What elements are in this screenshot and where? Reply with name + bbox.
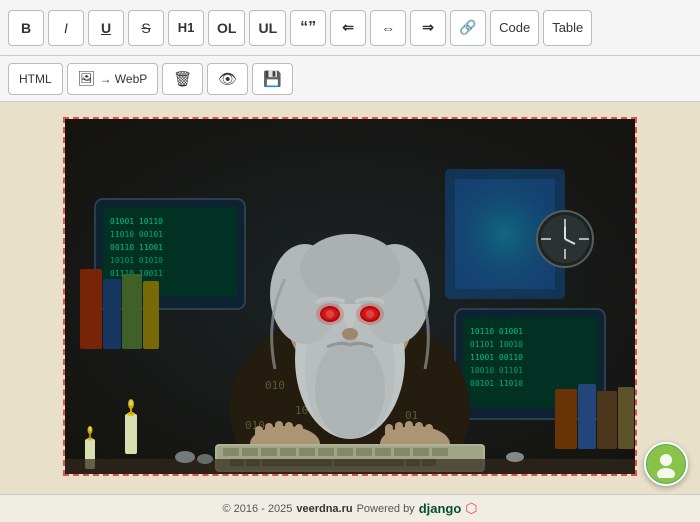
save-button[interactable]: 💾 [252,63,293,95]
site-url: veerdna.ru [296,503,352,515]
preview-button[interactable]: 👁 [207,63,248,95]
h1-button[interactable]: H1 [168,10,204,46]
content-area: 01001 10110 11010 00101 00110 11001 1010… [0,102,700,494]
wizard-image: 01001 10110 11010 00101 00110 11001 1010… [65,119,635,474]
strikethrough-button[interactable]: S [128,10,164,46]
trash-icon: 🗑 [173,70,192,88]
image-icon: 🖼 [78,70,96,87]
help-avatar-button[interactable] [644,442,688,486]
webp-convert-button[interactable]: 🖼 → WebP [67,63,159,95]
image-container[interactable]: 01001 10110 11010 00101 00110 11001 1010… [63,117,637,476]
ol-button[interactable]: OL [208,10,245,46]
underline-button[interactable]: U [88,10,124,46]
save-icon: 💾 [263,70,282,88]
quote-button[interactable]: “” [290,10,326,46]
ul-button[interactable]: UL [249,10,286,46]
align-left-icon: ⇐ [342,19,354,36]
toolbar-row2: HTML 🖼 → WebP 🗑 👁 💾 [0,56,700,102]
align-center-button[interactable]: ⇔ [370,10,406,46]
django-label: django [419,501,462,516]
align-right-button[interactable]: ⇒ [410,10,446,46]
align-right-icon: ⇒ [422,19,434,36]
code-button[interactable]: Code [490,10,539,46]
html-button[interactable]: HTML [8,63,63,95]
eye-icon: 👁 [218,70,237,88]
copyright-text: © 2016 - 2025 [222,503,292,515]
footer: © 2016 - 2025 veerdna.ru Powered by djan… [0,494,700,522]
align-left-button[interactable]: ⇐ [330,10,366,46]
powered-by-text: Powered by [357,503,415,515]
link-button[interactable]: 🔗 [450,10,486,46]
avatar-face [647,445,685,483]
toolbar-row1: B I U S H1 OL UL “” ⇐ ⇔ ⇒ 🔗 Code Table [0,0,700,56]
delete-button[interactable]: 🗑 [162,63,203,95]
italic-button[interactable]: I [48,10,84,46]
table-button[interactable]: Table [543,10,592,46]
webp-label: → WebP [99,72,147,86]
bold-button[interactable]: B [8,10,44,46]
align-center-icon: ⇔ [381,20,395,36]
link-icon: 🔗 [459,19,476,36]
django-icon: ⬡ [465,500,477,517]
